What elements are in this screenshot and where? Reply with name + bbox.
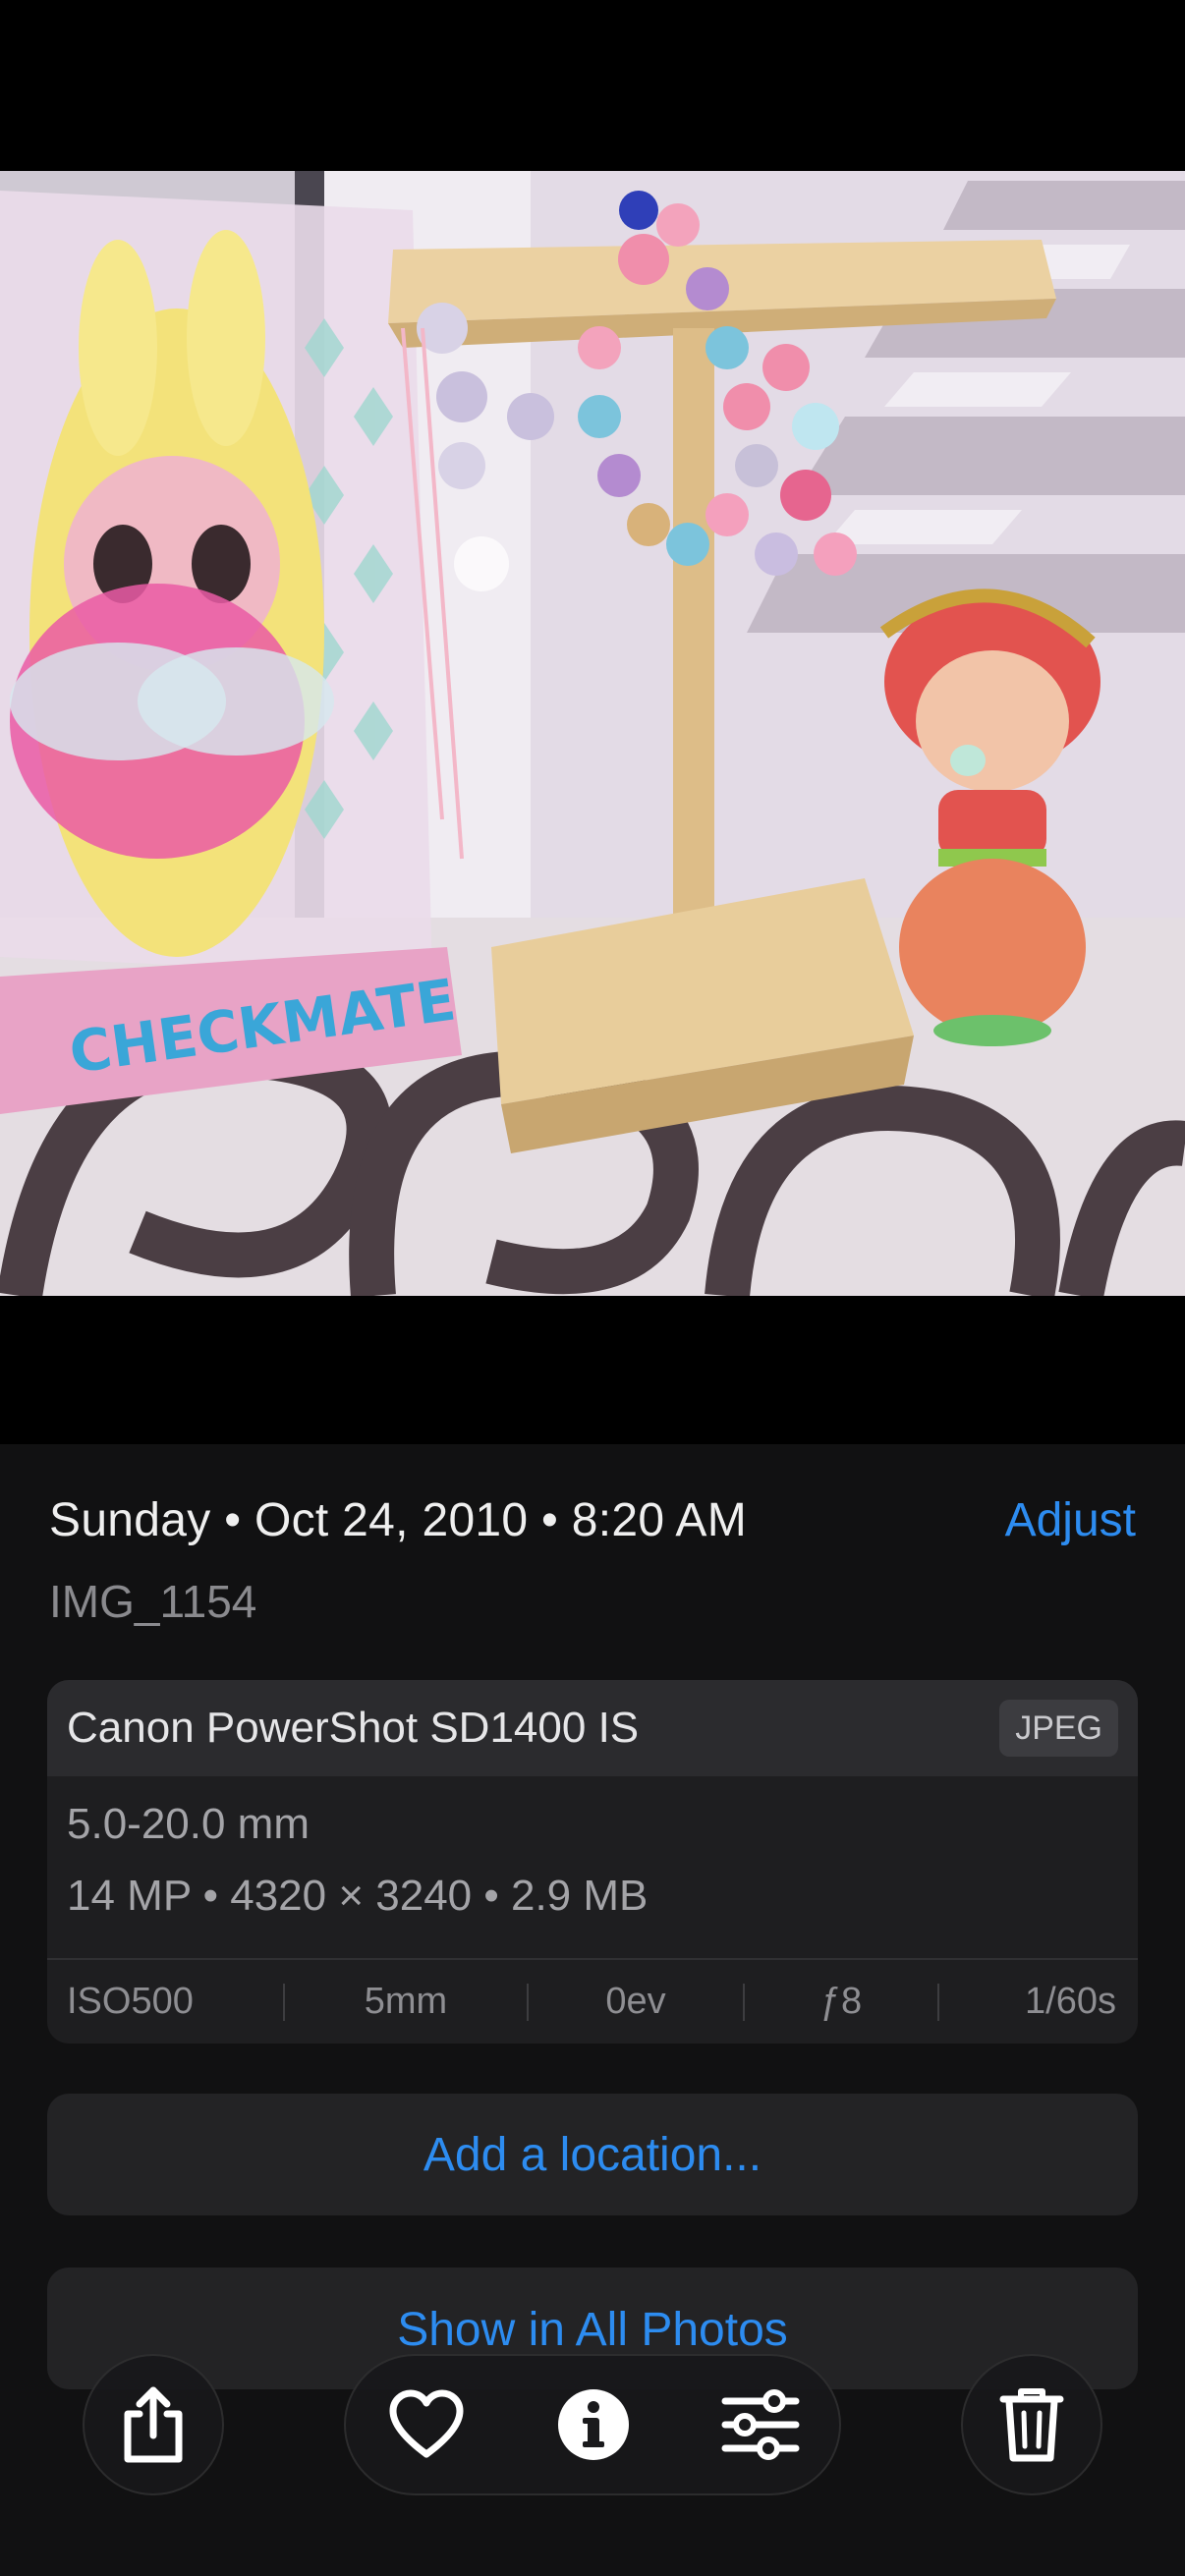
add-location-button[interactable]: Add a location... — [47, 2094, 1138, 2215]
file-name: IMG_1154 — [49, 1576, 257, 1627]
share-icon — [124, 2386, 183, 2463]
sliders-icon — [721, 2389, 800, 2460]
adjust-date-button[interactable]: Adjust — [1005, 1493, 1136, 1547]
share-button[interactable] — [83, 2354, 224, 2495]
aperture-value: ƒ8 — [819, 1981, 863, 2022]
focal-length-value: 5mm — [364, 1981, 448, 2022]
capture-date-time: Sunday • Oct 24, 2010 • 8:20 AM — [49, 1494, 748, 1546]
photo-actions-group — [344, 2354, 841, 2495]
file-format-badge: JPEG — [999, 1700, 1118, 1757]
info-icon — [558, 2389, 629, 2460]
shutter-speed-value: 1/60s — [1025, 1981, 1116, 2022]
edit-button[interactable] — [692, 2356, 829, 2493]
info-button[interactable] — [525, 2356, 662, 2493]
favorite-button[interactable] — [358, 2356, 495, 2493]
trash-icon — [999, 2388, 1064, 2462]
iso-value: ISO500 — [67, 1981, 194, 2022]
exposure-value: 0ev — [605, 1981, 666, 2022]
exif-header: Canon PowerShot SD1400 IS JPEG — [47, 1680, 1138, 1776]
delete-button[interactable] — [961, 2354, 1102, 2495]
camera-model: Canon PowerShot SD1400 IS — [67, 1704, 640, 1752]
exif-card: Canon PowerShot SD1400 IS JPEG 5.0-20.0 … — [47, 1680, 1138, 2044]
photo-image: CHECKMATE — [0, 171, 1185, 1296]
photo-viewer[interactable]: CHECKMATE — [0, 171, 1185, 1296]
image-specs: 14 MP • 4320 × 3240 • 2.9 MB — [67, 1872, 649, 1920]
heart-icon — [389, 2389, 464, 2458]
exif-details-row: ISO500 5mm 0ev ƒ8 1/60s — [47, 1960, 1138, 2044]
lens-info: 5.0-20.0 mm — [67, 1800, 310, 1848]
